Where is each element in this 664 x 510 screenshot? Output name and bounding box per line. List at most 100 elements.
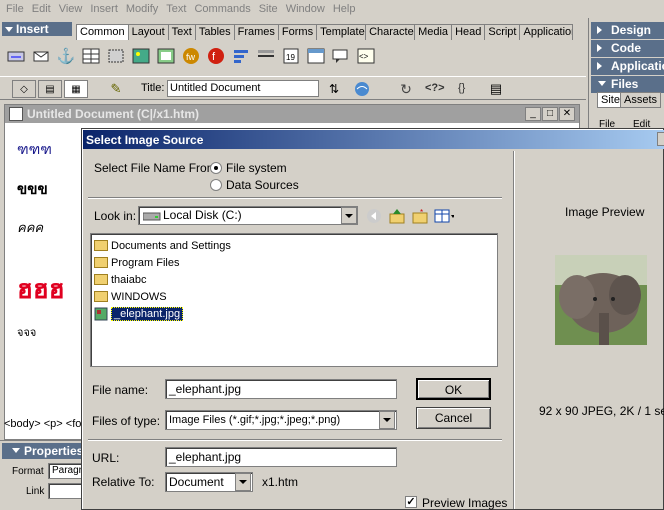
document-line-2[interactable]: ขขข xyxy=(17,177,48,201)
image-placeholder-icon[interactable] xyxy=(156,46,176,66)
file-management-icon[interactable]: ⇅ xyxy=(324,79,344,99)
code-view-button[interactable]: ◇ xyxy=(12,80,36,98)
data-sources-radio[interactable] xyxy=(210,179,222,191)
navigation-bar-icon[interactable] xyxy=(231,46,251,66)
tab-application[interactable]: Application xyxy=(519,24,574,40)
split-view-button[interactable]: ▤ xyxy=(38,80,62,98)
ok-button[interactable]: OK xyxy=(416,378,491,400)
fireworks-icon[interactable]: fw xyxy=(181,46,201,66)
file-name-input[interactable]: _elephant.jpg xyxy=(165,379,397,399)
view-options-icon[interactable]: ▤ xyxy=(486,79,506,99)
live-data-icon[interactable]: ✎ xyxy=(106,79,126,99)
preview-images-label: Preview Images xyxy=(422,496,508,510)
document-line-1[interactable]: ฑฑฑ xyxy=(17,139,52,161)
anchor-icon[interactable]: ⚓ xyxy=(56,46,76,66)
tab-assets[interactable]: Assets xyxy=(620,92,662,108)
svg-text:<>: <> xyxy=(359,52,369,61)
new-folder-icon[interactable]: * xyxy=(410,206,430,226)
list-item[interactable]: _elephant.jpg xyxy=(94,305,184,322)
menu-file[interactable]: File xyxy=(4,0,30,18)
tab-templates[interactable]: Templates xyxy=(316,24,367,40)
menu-help[interactable]: Help xyxy=(331,0,362,18)
properties-panel: Properties Format Paragr Link xyxy=(0,440,83,510)
code-panel-header[interactable]: Code xyxy=(591,40,664,57)
preview-browser-icon[interactable] xyxy=(352,79,372,99)
application-panel-header[interactable]: Application xyxy=(591,58,664,75)
minimize-icon: _ xyxy=(530,108,536,119)
dialog-title: Select Image Source xyxy=(86,133,204,147)
tag-chooser-icon[interactable]: <> xyxy=(356,46,376,66)
file-system-radio[interactable] xyxy=(210,162,222,174)
document-line-4[interactable]: ฮฮฮ xyxy=(17,269,65,310)
tab-forms[interactable]: Forms xyxy=(277,24,318,40)
files-of-type-label: Files of type: xyxy=(92,414,161,428)
list-item[interactable]: WINDOWS xyxy=(94,288,167,305)
view-menu-icon[interactable] xyxy=(434,206,454,226)
relative-to-dropdown-button[interactable] xyxy=(235,473,251,491)
horizontal-rule-icon[interactable] xyxy=(256,46,276,66)
menu-view[interactable]: View xyxy=(57,0,89,18)
close-button[interactable]: ✕ xyxy=(559,107,575,121)
link-input[interactable] xyxy=(48,483,82,499)
design-panel-header[interactable]: Design xyxy=(591,22,664,39)
date-icon[interactable]: 19 xyxy=(281,46,301,66)
tabular-data-icon[interactable] xyxy=(306,46,326,66)
menu-insert[interactable]: Insert xyxy=(88,0,124,18)
properties-header[interactable]: Properties xyxy=(2,443,83,459)
menu-modify[interactable]: Modify xyxy=(124,0,164,18)
list-item[interactable]: Documents and Settings xyxy=(94,237,231,254)
application-panel-title: Application xyxy=(611,59,664,73)
tag-selector[interactable]: <body> <p> <fo xyxy=(4,418,84,434)
tab-layout[interactable]: Layout xyxy=(127,24,169,40)
cancel-button[interactable]: Cancel xyxy=(416,407,491,429)
files-panel-header[interactable]: Files xyxy=(591,76,664,93)
insert-panel-header[interactable]: Insert xyxy=(2,22,72,36)
maximize-button[interactable]: □ xyxy=(542,107,558,121)
files-of-type-dropdown-button[interactable] xyxy=(379,411,395,429)
table-icon[interactable] xyxy=(81,46,101,66)
document-line-3[interactable]: คคค xyxy=(17,217,43,238)
list-item[interactable]: thaiabc xyxy=(94,271,146,288)
email-link-icon[interactable] xyxy=(31,46,51,66)
tab-script[interactable]: Script xyxy=(484,24,521,40)
tab-frames[interactable]: Frames xyxy=(233,24,279,40)
code-navigation-icon[interactable]: <?> xyxy=(425,82,445,94)
menu-edit[interactable]: Edit xyxy=(30,0,57,18)
design-view-button[interactable]: ▦ xyxy=(64,80,88,98)
layer-icon[interactable] xyxy=(106,46,126,66)
folder-icon xyxy=(94,240,108,251)
back-icon[interactable] xyxy=(364,206,384,226)
comment-icon[interactable] xyxy=(331,46,351,66)
tab-media[interactable]: Media xyxy=(414,24,453,40)
menu-window[interactable]: Window xyxy=(284,0,331,18)
up-folder-icon[interactable] xyxy=(387,206,407,226)
list-item[interactable]: Program Files xyxy=(94,254,179,271)
hyperlink-icon[interactable] xyxy=(6,46,26,66)
minimize-button[interactable]: _ xyxy=(525,107,541,121)
image-icon[interactable] xyxy=(131,46,151,66)
insert-tabs: Common Layout Text Tables Frames Forms T… xyxy=(76,24,574,40)
braces-icon[interactable]: {} xyxy=(458,82,465,94)
menu-site[interactable]: Site xyxy=(257,0,284,18)
tab-head[interactable]: Head xyxy=(451,24,486,40)
dialog-close-button[interactable] xyxy=(657,132,664,146)
tab-tables[interactable]: Tables xyxy=(194,24,235,40)
tab-text[interactable]: Text xyxy=(167,24,196,40)
files-of-type-select[interactable]: Image Files (*.gif;*.jpg;*.jpeg;*.png) xyxy=(165,410,397,430)
title-input[interactable]: Untitled Document xyxy=(167,80,319,97)
drive-icon xyxy=(143,212,161,221)
menu-commands[interactable]: Commands xyxy=(192,0,256,18)
look-in-dropdown-button[interactable] xyxy=(341,207,357,224)
folder-icon xyxy=(94,291,108,302)
url-input[interactable]: _elephant.jpg xyxy=(165,447,397,467)
format-select[interactable]: Paragr xyxy=(48,463,82,479)
refresh-icon[interactable]: ↻ xyxy=(396,79,416,99)
document-line-5[interactable]: จจจ xyxy=(17,323,36,341)
tab-characters[interactable]: Characters xyxy=(365,24,416,40)
preview-images-checkbox[interactable]: ✓ xyxy=(405,496,417,508)
tab-common[interactable]: Common xyxy=(76,24,129,40)
look-in-select[interactable]: Local Disk (C:) xyxy=(138,206,358,225)
menu-text[interactable]: Text xyxy=(164,0,192,18)
file-list[interactable]: Documents and Settings Program Files tha… xyxy=(90,233,498,367)
flash-icon[interactable]: f xyxy=(206,46,226,66)
